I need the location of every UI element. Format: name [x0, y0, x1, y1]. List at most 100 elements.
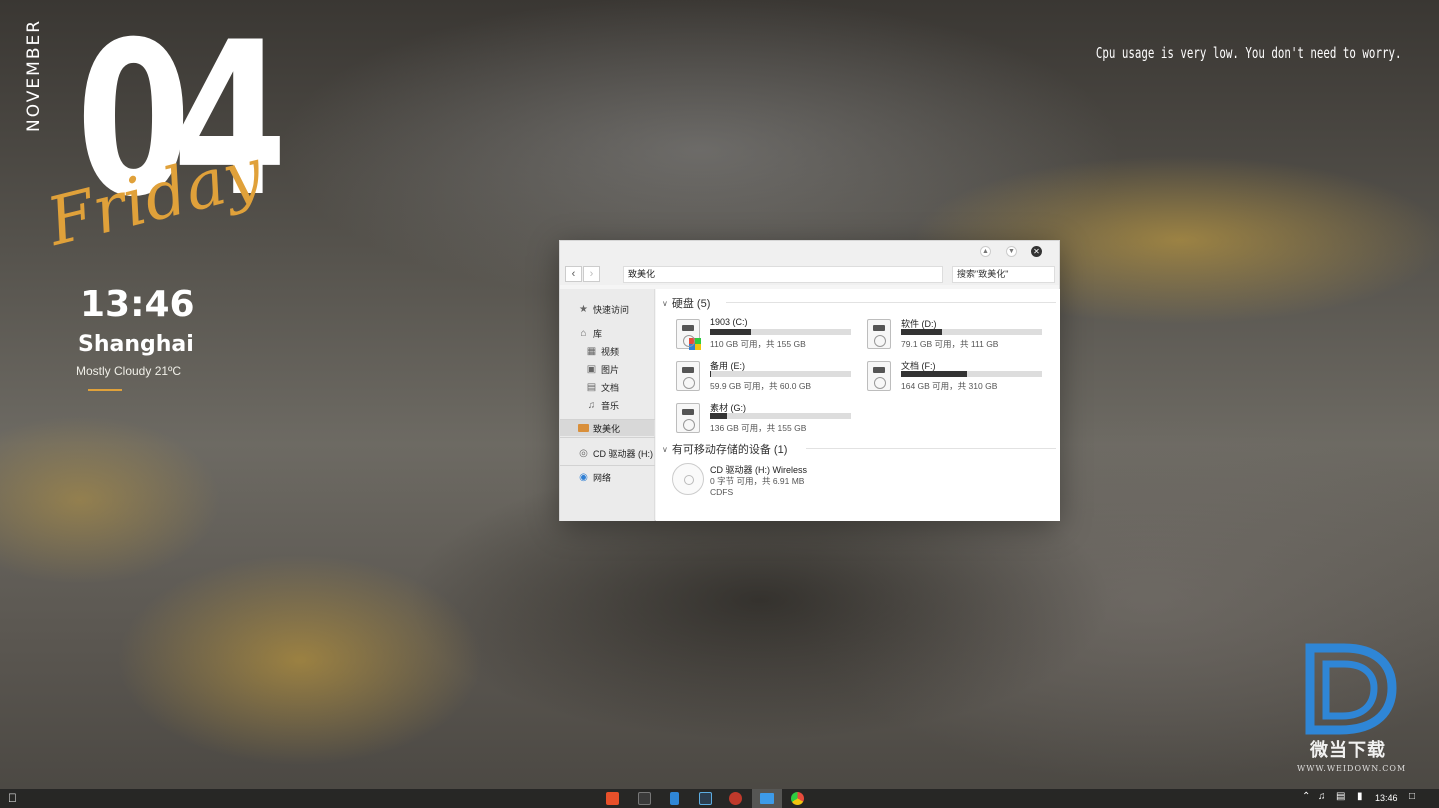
section-title: 硬盘 (5) [671, 298, 711, 310]
battery-icon[interactable]: ▮ [1357, 791, 1363, 802]
file-explorer-icon [760, 793, 774, 804]
chevron-down-icon: ▼ [1008, 248, 1015, 255]
sidebar-item-network[interactable]: ◉ 网络 [578, 471, 611, 484]
usage-bar [901, 329, 1042, 335]
star-icon: ★ [579, 304, 588, 315]
navigation-bar: ‹ › 致美化 搜索"致美化" [560, 263, 1059, 285]
watermark-brand: 微当下载 [1310, 740, 1386, 761]
drive-h-cd[interactable]: CD 驱动器 (H:) Wireless 0 字节 可用，共 6.91 MB C… [672, 463, 857, 503]
file-explorer-taskbar-button[interactable] [752, 789, 782, 808]
sidebar-item-documents[interactable]: ▤ 文档 [586, 381, 619, 394]
document-icon: ▤ [586, 382, 597, 393]
sidebar-item-cd-drive[interactable]: ◎ CD 驱动器 (H:) [578, 447, 653, 460]
hard-drive-icon [676, 361, 700, 391]
navigation-pane: ★ 快速访问 ⌂ 库 ▦ 视频 ▣ 图片 ▤ 文档 ♫ 音乐 致美化 ◎ CD … [560, 289, 655, 521]
chevron-left-icon: ‹ [571, 268, 576, 280]
clock-time: 13:46 [80, 284, 195, 325]
cpu-message: Cpu usage is very low. You don't need to… [1095, 44, 1401, 62]
usage-bar-fill [901, 371, 968, 377]
drive-free-space: 164 GB 可用，共 310 GB [901, 381, 998, 391]
file-list-pane: ∨ 硬盘 (5) 1903 (C:) 110 GB 可用，共 155 GB 软件… [656, 289, 1060, 521]
search-input[interactable]: 搜索"致美化" [952, 266, 1055, 283]
section-divider [726, 302, 1056, 303]
weidown-logo-icon [1305, 643, 1397, 735]
sidebar-item-library[interactable]: ⌂ 库 [578, 327, 602, 340]
drive-f[interactable]: 文档 (F:) 164 GB 可用，共 310 GB [867, 359, 1052, 395]
month-label: NOVEMBER [24, 18, 44, 132]
volume-icon[interactable]: ♫ [1318, 791, 1326, 802]
office-icon[interactable] [606, 792, 619, 805]
drive-name: 1903 (C:) [710, 317, 748, 327]
usage-bar-fill [710, 371, 712, 377]
video-icon: ▦ [586, 346, 597, 357]
sidebar-item-label: 网络 [593, 473, 612, 483]
close-icon: ✕ [1033, 246, 1040, 256]
drive-c[interactable]: 1903 (C:) 110 GB 可用，共 155 GB [676, 317, 861, 353]
network-icon[interactable]: ▤ [1336, 791, 1345, 802]
drive-free-space: 0 字节 可用，共 6.91 MB [710, 476, 805, 486]
watermark-url: WWW.WEIDOWN.COM [1297, 764, 1407, 773]
chevron-right-icon: › [589, 268, 594, 280]
drive-free-space: 110 GB 可用，共 155 GB [710, 339, 806, 349]
music-note-icon: ♫ [587, 400, 596, 411]
sidebar-divider [560, 465, 655, 466]
back-button[interactable]: ‹ [565, 266, 582, 282]
sidebar-item-label: 致美化 [593, 423, 621, 434]
maximize-button[interactable]: ▼ [1006, 246, 1017, 257]
removable-section-header[interactable]: ∨ 有可移动存储的设备 (1) [662, 441, 787, 457]
forward-button[interactable]: › [583, 266, 600, 282]
taskbar:  ⌃ ♫ ▤ ▮ 13:46 □ [0, 789, 1439, 808]
drive-filesystem: CDFS [710, 487, 734, 497]
globe-icon: ◉ [579, 472, 588, 483]
sidebar-item-label: 库 [593, 329, 603, 339]
drive-free-space: 136 GB 可用，共 155 GB [710, 423, 807, 433]
drive-g[interactable]: 素材 (G:) 136 GB 可用，共 155 GB [676, 401, 861, 437]
sidebar-item-quick-access[interactable]: ★ 快速访问 [578, 303, 629, 316]
hard-drive-icon [867, 361, 891, 391]
drive-d[interactable]: 软件 (D:) 79.1 GB 可用，共 111 GB [867, 317, 1052, 353]
hard-drive-icon [676, 403, 700, 433]
minimize-button[interactable]: ▲ [980, 246, 991, 257]
terminal-icon[interactable] [699, 792, 712, 805]
sidebar-item-label: CD 驱动器 (H:) [593, 449, 653, 459]
usage-bar [710, 329, 851, 335]
notification-icon[interactable]: □ [1409, 791, 1415, 802]
sidebar-item-label: 视频 [601, 347, 620, 357]
chrome-icon[interactable] [791, 792, 804, 805]
text-editor-icon[interactable] [638, 792, 651, 805]
usage-bar [710, 371, 851, 377]
record-icon[interactable] [729, 792, 742, 805]
section-divider [806, 448, 1056, 449]
apple-icon[interactable]:  [8, 791, 17, 805]
camera-icon: ▣ [586, 364, 597, 375]
sidebar-item-zhimeihua[interactable]: 致美化 [560, 420, 654, 436]
sidebar-item-label: 快速访问 [593, 305, 630, 315]
chevron-up-icon: ▲ [982, 248, 989, 255]
section-title: 有可移动存储的设备 (1) [671, 444, 788, 456]
chevron-up-icon[interactable]: ⌃ [1302, 791, 1310, 802]
chevron-down-icon: ∨ [662, 298, 668, 308]
folder-icon [578, 424, 589, 432]
hard-disks-section-header[interactable]: ∨ 硬盘 (5) [662, 295, 710, 311]
usage-bar [901, 371, 1042, 377]
hard-drive-icon [676, 319, 701, 350]
disc-icon: ◎ [579, 448, 588, 459]
sidebar-item-label: 图片 [601, 365, 620, 375]
sidebar-item-pictures[interactable]: ▣ 图片 [586, 363, 619, 376]
file-explorer-window: ▲ ▼ ✕ ‹ › 致美化 搜索"致美化" ★ 快速访问 ⌂ 库 ▦ 视频 ▣ … [559, 240, 1060, 521]
drive-free-space: 59.9 GB 可用，共 60.0 GB [710, 381, 812, 391]
sidebar-item-videos[interactable]: ▦ 视频 [586, 345, 619, 358]
windows-logo-icon [689, 338, 701, 350]
usage-bar [710, 413, 851, 419]
address-bar[interactable]: 致美化 [623, 266, 943, 283]
sidebar-item-label: 音乐 [601, 401, 620, 411]
close-button[interactable]: ✕ [1031, 246, 1042, 257]
library-icon: ⌂ [580, 328, 587, 339]
drive-e[interactable]: 备用 (E:) 59.9 GB 可用，共 60.0 GB [676, 359, 861, 395]
usage-bar-fill [710, 413, 727, 419]
sidebar-item-music[interactable]: ♫ 音乐 [586, 399, 619, 412]
phone-icon[interactable] [670, 792, 679, 805]
title-bar[interactable]: ▲ ▼ ✕ [560, 241, 1059, 263]
taskbar-clock[interactable]: 13:46 [1375, 793, 1398, 803]
weather-text: Mostly Cloudy 21ºC [76, 364, 182, 378]
